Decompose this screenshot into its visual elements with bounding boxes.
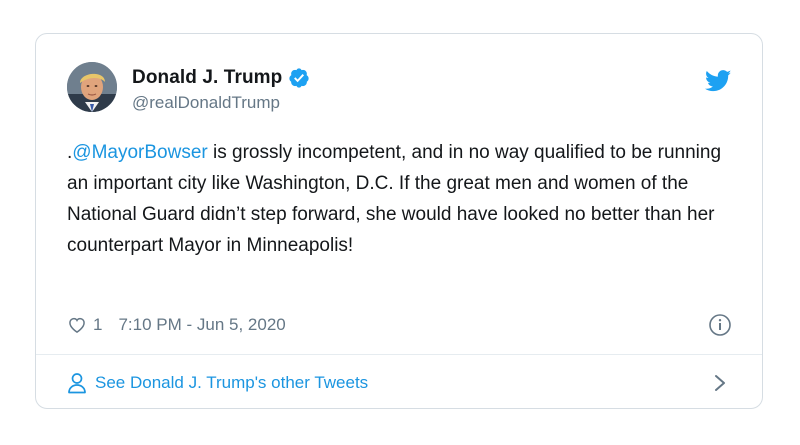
see-other-tweets-label[interactable]: See Donald J. Trump's other Tweets — [95, 373, 368, 393]
info-icon[interactable] — [708, 313, 732, 337]
chevron-right-icon[interactable] — [713, 374, 727, 392]
profile-photo-icon — [67, 62, 117, 112]
author-block: Donald J. Trump @realDonaldTrump — [132, 66, 310, 113]
tweet-meta-row: 1 7:10 PM - Jun 5, 2020 — [67, 314, 286, 336]
person-icon — [68, 373, 86, 394]
mention-link[interactable]: @MayorBowser — [72, 142, 207, 163]
tweet-timestamp[interactable]: 7:10 PM - Jun 5, 2020 — [118, 315, 285, 335]
author-display-name[interactable]: Donald J. Trump — [132, 67, 282, 89]
see-other-tweets-link[interactable]: See Donald J. Trump's other Tweets — [67, 371, 368, 395]
card-divider — [36, 354, 762, 355]
verified-badge-icon — [289, 68, 309, 88]
tweet-card: Donald J. Trump @realDonaldTrump .@Mayor… — [35, 33, 763, 409]
heart-icon[interactable] — [67, 315, 87, 335]
author-handle[interactable]: @realDonaldTrump — [132, 93, 310, 113]
tweet-text: .@MayorBowser is grossly incompetent, an… — [67, 137, 747, 261]
twitter-bird-icon[interactable] — [705, 70, 732, 92]
author-name-row: Donald J. Trump — [132, 66, 310, 90]
like-count[interactable]: 1 — [93, 315, 102, 335]
avatar[interactable] — [67, 62, 117, 112]
